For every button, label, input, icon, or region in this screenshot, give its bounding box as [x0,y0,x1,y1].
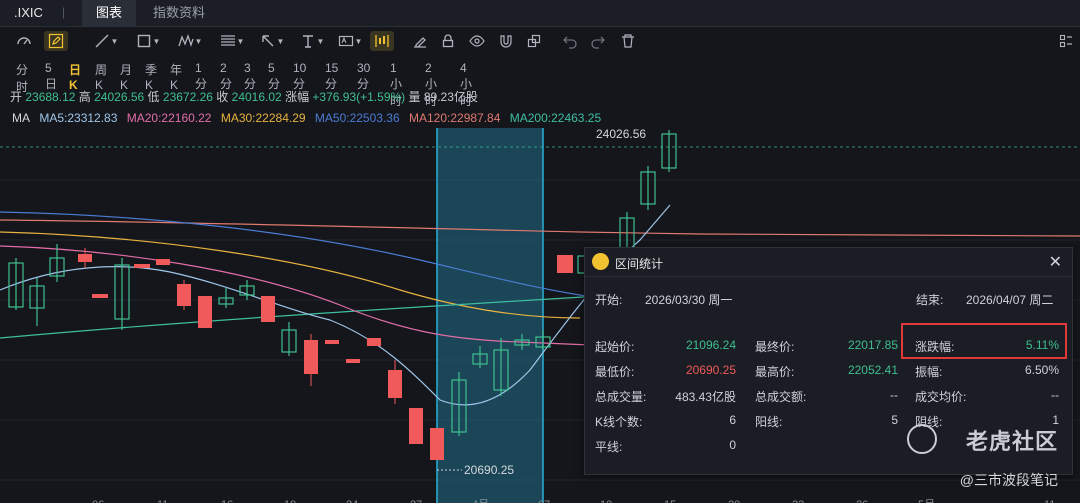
x-tick: 26 [856,499,868,503]
stat-value: -- [1051,388,1059,402]
magnet-icon[interactable] [494,31,518,51]
volume-label: 量 [408,90,421,104]
label-tool-icon[interactable]: ▼ [332,31,368,51]
stat-value: 483.43亿股 [675,390,736,404]
popup-title: 区间统计 [615,257,664,271]
pencil-mode-icon[interactable] [44,31,68,51]
stat-label: 最高价: [755,365,795,379]
stat-label: 成交均价: [915,390,967,404]
high-price-label: 24026.56 [596,128,646,141]
x-tick: 15 [664,499,676,503]
ohlc-line: 开 23688.12 高 24026.56 低 23672.26 收 24016… [10,88,478,105]
tiger-logo-icon [592,253,609,270]
watermark-brand: 老虎社区 [965,429,1058,454]
ma-legend-title[interactable]: MA [12,111,30,125]
stat-value: 5 [891,413,898,427]
stat-value: 6 [729,413,736,427]
x-tick: 10 [600,499,612,503]
x-tick: 20 [728,499,740,503]
layout-menu-icon[interactable] [1054,31,1078,51]
popup-header: 区间统计 ✕ [585,248,1072,277]
stat-value: 20690.25 [685,363,736,377]
eraser-icon[interactable] [408,31,432,51]
high-value: 24026.56 [94,90,145,104]
stat-value: 22052.41 [847,363,898,377]
high-label: 高 [78,90,91,104]
stat-label: 平线: [595,440,623,454]
end-label: 结束: [916,293,944,307]
stat-value: 22017.85 [847,338,898,352]
open-value: 23688.12 [25,90,76,104]
watermark-author: @三市波段笔记 [959,472,1058,488]
ma20-legend: MA20:22160.22 [126,111,212,125]
lock-icon[interactable] [436,31,460,51]
stat-value: 0 [729,438,736,452]
ma30-legend: MA30:22284.29 [220,111,306,125]
x-tick: 11 [1044,499,1055,503]
highlight-box [901,323,1067,359]
tab-chart[interactable]: 图表 [82,0,137,26]
stat-label: 最终价: [755,340,795,354]
ma200-legend: MA200:22463.25 [509,111,602,125]
start-label: 开始: [595,293,623,307]
line-tool-icon[interactable]: ▼ [88,31,124,51]
range-stats-icon[interactable] [370,31,394,51]
low-value: 23672.26 [162,90,213,104]
x-tick: 19 [284,499,296,503]
stat-label: 总成交量: [595,390,647,404]
low-price-label: 20690.25 [464,463,514,477]
x-tick: 24 [346,499,358,503]
stat-label: 振幅: [915,365,943,379]
rectangle-tool-icon[interactable]: ▼ [130,31,166,51]
close-icon[interactable]: ✕ [1049,252,1062,272]
change-value: +376.93(+1.59%) [312,90,406,104]
x-tick: 5月 [918,499,935,503]
stat-value: 6.50% [1024,363,1059,377]
x-tick: 27 [410,499,422,503]
stat-label: K线个数: [595,415,643,429]
open-label: 开 [10,90,23,104]
undo-icon[interactable] [558,31,582,51]
separator: | [62,5,66,19]
ma50-legend: MA50:22503.36 [314,111,400,125]
text-tool-icon[interactable]: ▼ [294,31,330,51]
stat-label: 阳线: [755,415,783,429]
volume-value: 89.23亿股 [423,90,478,104]
tiger-brand-icon [907,424,937,454]
eye-icon[interactable] [465,31,489,51]
x-tick: 4月 [472,499,489,503]
ma120-legend: MA120:22987.84 [408,111,501,125]
stat-value: -- [890,388,898,402]
drawing-toolbar: ▼ ▼ ▼ ▼ ▼ ▼ ▼ [0,27,1080,55]
redo-icon[interactable] [586,31,610,51]
x-tick: 11 [157,499,168,503]
end-value: 2026/04/07 周二 [966,293,1054,307]
pattern-tool-icon[interactable]: ▼ [172,31,208,51]
trash-icon[interactable] [616,31,640,51]
ma-legend: MA MA5:23312.83 MA20:22160.22 MA30:22284… [12,111,607,125]
speedometer-icon[interactable] [12,31,36,51]
link-icon[interactable] [522,31,546,51]
stat-label: 最低价: [595,365,635,379]
arrow-tool-icon[interactable]: ▼ [254,31,290,51]
ma5-line [0,204,671,406]
ma5-legend: MA5:23312.83 [39,111,118,125]
change-label: 涨幅 [285,90,310,104]
stat-label: 起始价: [595,340,635,354]
tab-index-info[interactable]: 指数资料 [139,0,219,26]
x-tick: 16 [221,499,233,503]
close-label: 收 [216,90,229,104]
fibonacci-tool-icon[interactable]: ▼ [214,31,250,51]
top-bar: .IXIC | 图表 指数资料 [0,0,1080,27]
low-label: 低 [147,90,160,104]
stat-value: 21096.24 [685,338,736,352]
close-value: 24016.02 [231,90,282,104]
x-tick: 23 [792,499,804,503]
x-tick: 06 [92,499,104,503]
x-tick: 07 [538,499,550,503]
symbol-label: .IXIC [14,5,43,20]
stat-label: 总成交额: [755,390,807,404]
start-value: 2026/03/30 周一 [645,293,733,307]
